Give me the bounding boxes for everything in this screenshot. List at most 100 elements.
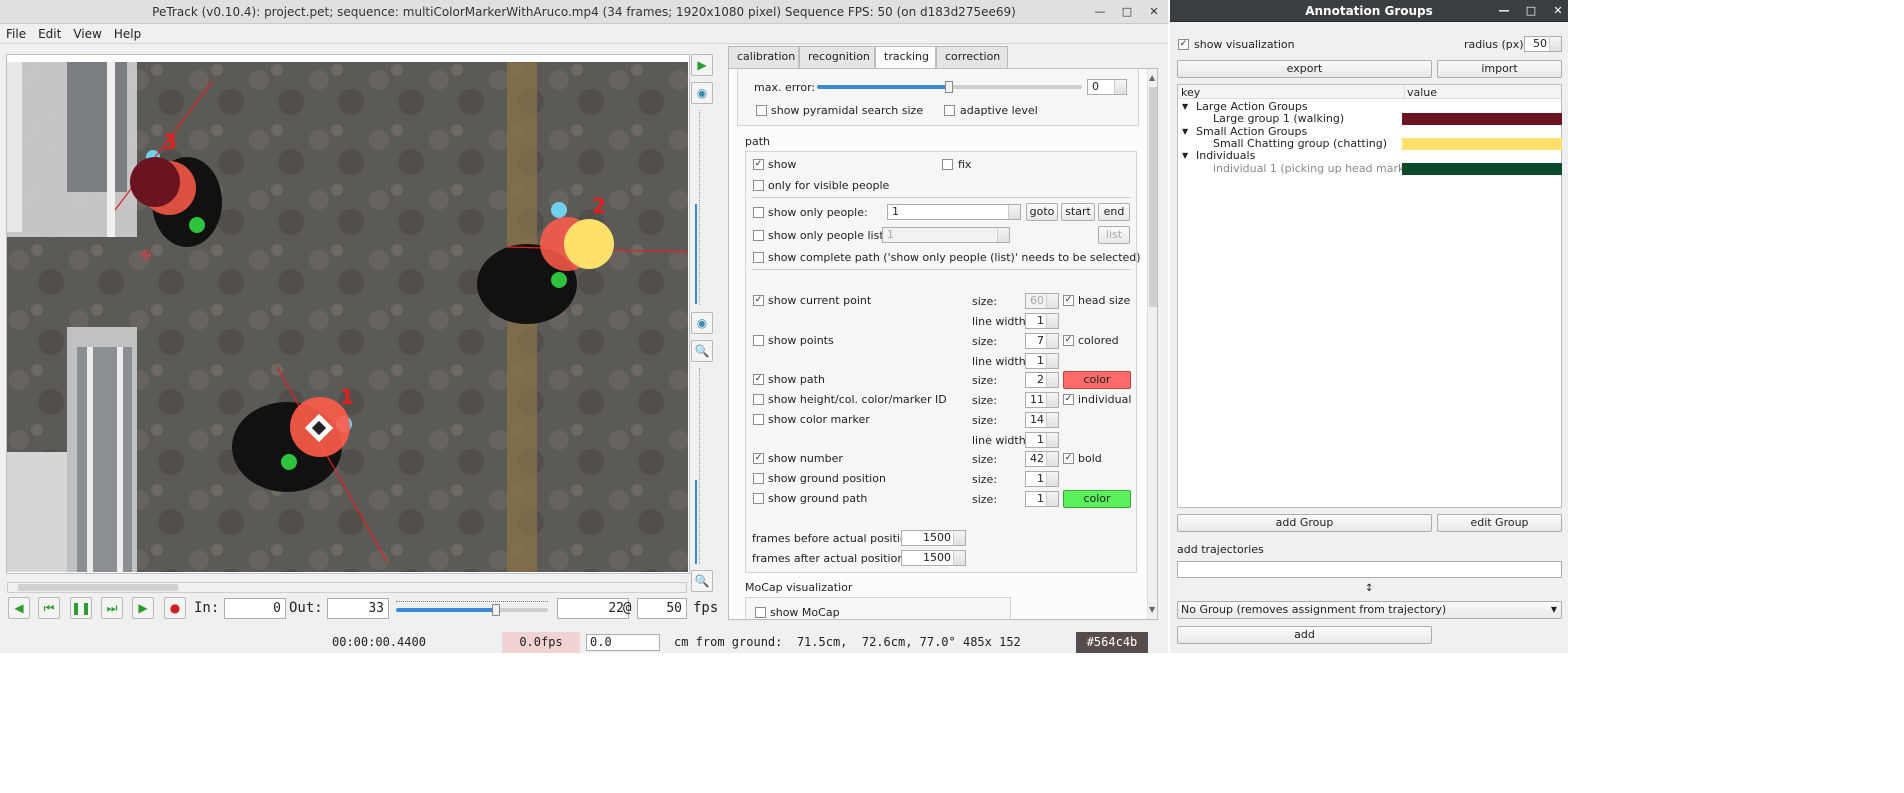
close-icon[interactable]: ✕ (1146, 4, 1162, 20)
resize-handle-icon[interactable]: ↕ (1365, 583, 1373, 594)
pyramidal-checkbox[interactable] (756, 105, 767, 116)
frames-before-spin[interactable]: 1500 (901, 530, 966, 546)
bold-checkbox[interactable]: ✓ (1063, 453, 1074, 464)
fps-field[interactable]: 50 (637, 598, 687, 619)
only-people-checkbox[interactable] (753, 207, 764, 218)
col-value-header[interactable]: value (1404, 86, 1564, 99)
number-size-spin[interactable]: 42 (1025, 451, 1059, 467)
points-lw-spin[interactable]: 1 (1025, 353, 1059, 369)
annotation-tree[interactable]: key value ▼ Large Action Groups Large gr… (1177, 84, 1562, 508)
show-path-checkbox[interactable]: ✓ (753, 374, 764, 385)
height-size-spin[interactable]: 11 (1025, 392, 1059, 408)
menu-view[interactable]: View (67, 24, 107, 44)
frames-after-spin[interactable]: 1500 (901, 550, 966, 566)
rotate-slider[interactable] (695, 110, 705, 305)
add-button[interactable]: add (1177, 626, 1432, 644)
record-icon[interactable]: ● (164, 597, 186, 619)
only-people-spin[interactable]: 1 (887, 204, 1021, 220)
current-lw-spin[interactable]: 1 (1025, 313, 1059, 329)
start-button[interactable]: start (1061, 203, 1095, 221)
import-button[interactable]: import (1437, 60, 1562, 78)
menu-help[interactable]: Help (108, 24, 147, 44)
path-color-button[interactable]: color (1063, 371, 1131, 389)
expand-icon[interactable]: ▼ (1182, 126, 1188, 138)
add-group-button[interactable]: add Group (1177, 514, 1432, 532)
col-key-header[interactable]: key (1181, 86, 1200, 99)
trajectories-input[interactable] (1177, 561, 1562, 578)
path-size-spin[interactable]: 2 (1025, 372, 1059, 388)
ground-path-color-button[interactable]: color (1063, 490, 1131, 508)
show-mocap-checkbox[interactable] (755, 607, 766, 618)
people-list-field[interactable]: 1 (882, 227, 1010, 243)
skip-back-icon[interactable]: ◀ (8, 597, 30, 619)
expand-icon[interactable]: ▼ (1182, 150, 1188, 162)
minimize-icon[interactable]: — (1092, 4, 1108, 20)
radius-spin[interactable]: 50 (1524, 36, 1562, 52)
complete-path-checkbox[interactable] (753, 252, 764, 263)
frame-field[interactable]: 22 (557, 598, 629, 619)
tab-recognition[interactable]: recognition (799, 46, 875, 68)
current-point-size-spin[interactable]: 60 (1025, 293, 1059, 309)
rotate-reset-icon[interactable]: ◉ (691, 312, 713, 334)
step-back-icon[interactable]: ⏮ (38, 597, 60, 619)
menu-edit[interactable]: Edit (32, 24, 67, 44)
head-size-checkbox[interactable]: ✓ (1063, 295, 1074, 306)
tree-row[interactable]: Large group 1 (walking) (1178, 113, 1562, 125)
tab-correction[interactable]: correction (936, 46, 1008, 68)
zoom-out-icon[interactable]: 🔍 (691, 570, 713, 592)
show-points-checkbox[interactable] (753, 335, 764, 346)
ground-path-size-spin[interactable]: 1 (1025, 491, 1059, 507)
color-marker-checkbox[interactable] (753, 414, 764, 425)
show-number-checkbox[interactable]: ✓ (753, 453, 764, 464)
panel-v-scrollbar[interactable]: ▲ ▼ (1147, 69, 1157, 619)
colored-checkbox[interactable]: ✓ (1063, 335, 1074, 346)
maximize-icon[interactable]: □ (1523, 3, 1539, 19)
zoom-slider[interactable] (695, 368, 705, 564)
pause-icon[interactable]: ❚❚ (70, 597, 92, 619)
list-button[interactable]: list (1098, 226, 1130, 244)
play-forward-icon-button[interactable]: ▶ (691, 54, 713, 76)
tree-row[interactable]: individual 1 (picking up head marker) (1178, 163, 1562, 175)
max-error-slider[interactable] (817, 81, 1082, 93)
out-field[interactable]: 33 (327, 598, 389, 619)
v-scroll-thumb[interactable] (1149, 87, 1157, 307)
fix-checkbox[interactable] (942, 159, 953, 170)
edit-group-button[interactable]: edit Group (1437, 514, 1562, 532)
tab-tracking[interactable]: tracking (875, 46, 936, 69)
fit-view-icon[interactable]: ◉ (691, 82, 713, 104)
in-field[interactable]: 0 (224, 598, 286, 619)
video-h-scrollbar[interactable] (7, 582, 687, 593)
expand-icon[interactable]: ▼ (1182, 101, 1188, 113)
tree-row[interactable]: ▼ Individuals (1178, 150, 1561, 162)
marker-size-spin[interactable]: 14 (1025, 412, 1059, 428)
ground-path-checkbox[interactable] (753, 493, 764, 504)
max-error-spin[interactable]: 0 (1087, 79, 1127, 95)
menu-file[interactable]: File (0, 24, 32, 44)
export-button[interactable]: export (1177, 60, 1432, 78)
goto-button[interactable]: goto (1026, 203, 1058, 221)
step-forward-icon[interactable]: ⏭ (101, 597, 123, 619)
show-height-checkbox[interactable] (753, 394, 764, 405)
adaptive-level-checkbox[interactable] (944, 105, 955, 116)
ground-pos-checkbox[interactable] (753, 473, 764, 484)
video-view[interactable]: 3 2 1 ✠ (7, 62, 688, 572)
minimize-icon[interactable]: — (1496, 3, 1512, 19)
marker-lw-spin[interactable]: 1 (1025, 432, 1059, 448)
frame-slider-handle[interactable] (492, 604, 500, 616)
close-icon[interactable]: ✕ (1550, 3, 1566, 19)
play-icon[interactable]: ▶ (132, 597, 154, 619)
max-error-handle[interactable] (945, 81, 953, 93)
tab-calibration[interactable]: calibration (728, 46, 799, 68)
only-visible-checkbox[interactable] (753, 180, 764, 191)
show-vis-checkbox[interactable]: ✓ (1178, 39, 1189, 50)
status-height-spin[interactable]: 0.0 (586, 634, 660, 651)
points-size-spin[interactable]: 7 (1025, 333, 1059, 349)
maximize-icon[interactable]: □ (1119, 4, 1135, 20)
zoom-in-icon[interactable]: 🔍 (691, 340, 713, 362)
individual-checkbox[interactable]: ✓ (1063, 394, 1074, 405)
h-scroll-thumb[interactable] (18, 584, 178, 591)
current-point-checkbox[interactable]: ✓ (753, 295, 764, 306)
only-people-list-checkbox[interactable] (753, 230, 764, 241)
group-select[interactable]: No Group (removes assignment from trajec… (1177, 601, 1562, 619)
ground-pos-size-spin[interactable]: 1 (1025, 471, 1059, 487)
